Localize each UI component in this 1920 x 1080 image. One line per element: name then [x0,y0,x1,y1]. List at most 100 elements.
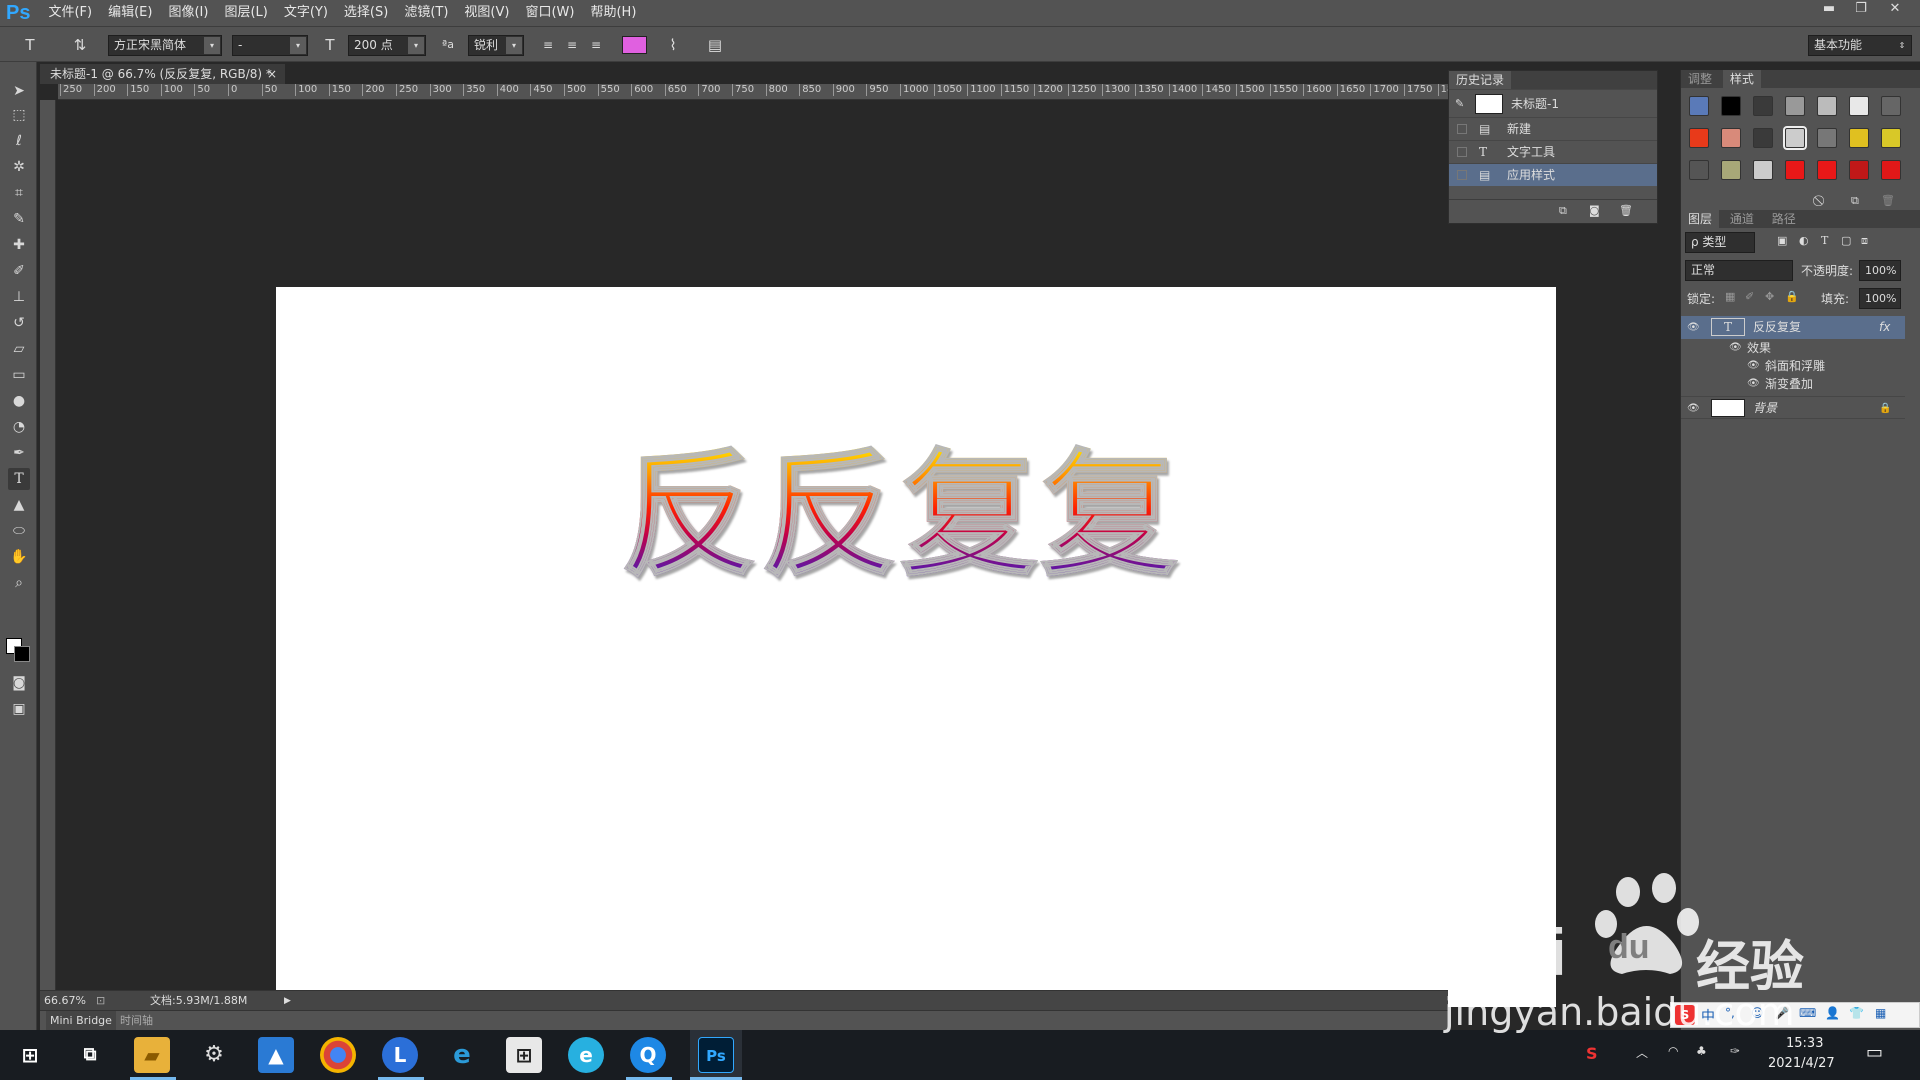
style-preset-swatch[interactable] [1753,160,1773,180]
eye-visibility-icon[interactable]: 👁 [1687,316,1700,339]
tab-history[interactable]: 历史记录 [1449,71,1512,89]
history-checkbox[interactable] [1457,170,1467,180]
trash-icon[interactable]: 🗑 [1619,204,1633,217]
style-preset-swatch[interactable] [1881,128,1901,148]
style-preset-swatch[interactable] [1817,128,1837,148]
style-preset-swatch[interactable] [1881,160,1901,180]
style-preset-swatch[interactable] [1881,96,1901,116]
tab-paths[interactable]: 路径 [1765,210,1803,228]
filter-shape-icon[interactable]: ▢ [1841,234,1851,247]
menu-file[interactable]: 文件(F) [40,0,100,26]
close-button[interactable]: ✕ [1880,0,1910,20]
zoom-tool-icon[interactable]: ⌕ [8,572,30,594]
ime-voice-icon[interactable]: 🎤 [1775,1006,1790,1020]
tab-channels[interactable]: 通道 [1723,210,1761,228]
menu-view[interactable]: 视图(V) [456,0,517,26]
filter-adjustment-icon[interactable]: ◐ [1799,234,1809,247]
menu-image[interactable]: 图像(I) [160,0,216,26]
eye-visibility-icon[interactable]: 👁 [1687,397,1700,420]
layer-row-background[interactable]: 👁 背景 🔒 [1681,396,1905,419]
style-preset-swatch[interactable] [1721,128,1741,148]
browser-q-icon[interactable]: Q [630,1037,666,1073]
healing-brush-tool-icon[interactable]: ✚ [8,234,30,256]
internet-explorer-icon[interactable]: e [444,1037,480,1073]
opacity-input[interactable]: 100% [1859,260,1901,281]
history-item-selected[interactable]: ▤ 应用样式 [1449,163,1657,186]
edge-icon[interactable]: e [568,1037,604,1073]
move-tool-icon[interactable]: ➤ [8,80,30,102]
ime-mode-chinese[interactable]: 中 [1701,1006,1715,1026]
qq-tray-icon[interactable]: ♣ [1696,1044,1707,1058]
new-document-from-state-icon[interactable]: ⧉ [1559,204,1567,218]
clock-time[interactable]: 15:33 [1786,1036,1823,1051]
style-preset-swatch[interactable] [1689,128,1709,148]
font-size-select[interactable]: 200 点 ▾ [348,35,426,56]
history-checkbox[interactable] [1457,147,1467,157]
quick-mask-icon[interactable]: ◙ [8,672,30,694]
ellipse-tool-icon[interactable]: ⬭ [8,520,30,542]
tab-timeline[interactable]: 时间轴 [120,1011,153,1031]
menu-type[interactable]: 文字(Y) [276,0,336,26]
task-view-icon[interactable]: ⧉ [72,1037,108,1073]
brush-tool-icon[interactable]: ✐ [8,260,30,282]
workspace-select[interactable]: 基本功能 ⇕ [1808,35,1912,56]
file-explorer-icon[interactable]: ▰ [134,1037,170,1073]
align-left-icon[interactable]: ≡ [538,35,558,55]
blur-tool-icon[interactable]: ● [8,390,30,412]
ime-keyboard-icon[interactable]: ⌨ [1799,1006,1816,1020]
menu-window[interactable]: 窗口(W) [517,0,582,26]
browser-l-icon[interactable]: L [382,1037,418,1073]
sogou-input-icon[interactable]: S [1586,1044,1598,1063]
font-style-select[interactable]: - ▾ [232,35,308,56]
tab-styles[interactable]: 样式 [1722,70,1761,88]
lock-transparent-icon[interactable]: ▦ [1725,290,1735,303]
filter-type-icon[interactable]: T [1821,234,1828,247]
history-item[interactable]: ▤ 新建 [1449,117,1657,140]
tab-mini-bridge[interactable]: Mini Bridge [46,1011,116,1031]
chrome-icon[interactable] [320,1037,356,1073]
windows-start-icon[interactable]: ⊞ [12,1037,48,1073]
style-preset-swatch[interactable] [1785,160,1805,180]
layer-filter-select[interactable]: ρ 类型 [1685,232,1755,253]
layer-row-text[interactable]: 👁 T 反反复复 fx [1681,316,1905,339]
ime-punctuation-icon[interactable]: °, [1725,1006,1735,1020]
style-preset-swatch[interactable] [1817,160,1837,180]
fx-icon[interactable]: fx [1879,316,1890,339]
trash-icon[interactable]: 🗑 [1881,194,1895,207]
restore-button[interactable]: ❐ [1846,0,1876,20]
photos-icon[interactable]: ▲ [258,1037,294,1073]
history-snapshot[interactable]: ✎ 未标题-1 [1449,89,1657,117]
menu-edit[interactable]: 编辑(E) [100,0,160,26]
document-tab[interactable]: 未标题-1 @ 66.7% (反反复复, RGB/8) * × [40,64,285,84]
style-preset-swatch[interactable] [1753,128,1773,148]
notification-center-icon[interactable]: ▭ [1866,1042,1883,1063]
store-icon[interactable]: ⊞ [506,1037,542,1073]
tab-layers[interactable]: 图层 [1681,210,1720,228]
gradient-tool-icon[interactable]: ▭ [8,364,30,386]
filter-pixel-icon[interactable]: ▣ [1777,234,1787,247]
style-preset-swatch[interactable] [1689,96,1709,116]
eye-visibility-icon[interactable]: 👁 [1747,357,1760,375]
magic-wand-tool-icon[interactable]: ✲ [8,156,30,178]
settings-gear-icon[interactable]: ⚙ [196,1037,232,1073]
show-hidden-icons-chevron[interactable]: ︿ [1636,1044,1648,1061]
network-wifi-icon[interactable]: ◠ [1668,1044,1678,1058]
lock-position-icon[interactable]: ✥ [1765,290,1774,303]
style-preset-swatch[interactable] [1785,96,1805,116]
style-preset-swatch[interactable] [1689,160,1709,180]
zoom-level[interactable]: 66.67% [44,991,86,1011]
export-icon[interactable]: ⊡ [96,991,105,1011]
clone-stamp-tool-icon[interactable]: ⊥ [8,286,30,308]
hand-tool-icon[interactable]: ✋ [8,546,30,568]
layer-effect-item[interactable]: 👁 渐变叠加 [1681,375,1905,393]
layer-effects-row[interactable]: 👁 效果 [1681,339,1905,357]
lock-pixels-icon[interactable]: ✐ [1745,290,1754,303]
ime-tools-icon[interactable]: ▦ [1875,1006,1886,1020]
history-checkbox[interactable] [1457,124,1467,134]
menu-layer[interactable]: 图层(L) [216,0,275,26]
warp-text-icon[interactable]: ⌇ [663,35,683,55]
character-panel-icon[interactable]: ▤ [705,35,725,55]
pen-tool-icon[interactable]: ✒ [8,442,30,464]
style-preset-swatch[interactable] [1783,126,1807,150]
style-preset-swatch[interactable] [1753,96,1773,116]
